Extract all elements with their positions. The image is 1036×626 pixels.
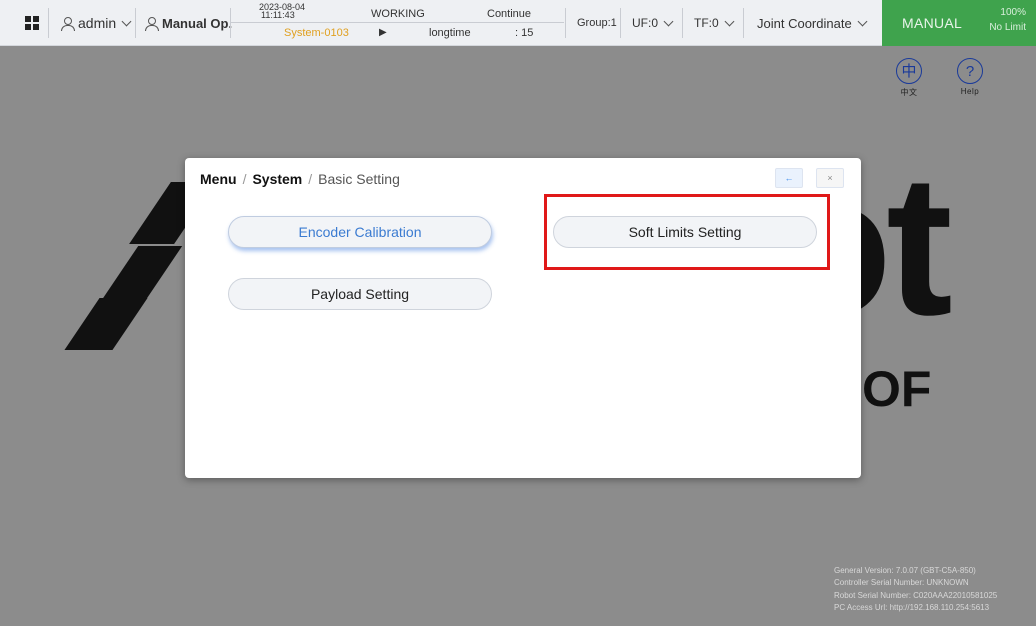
manual-mode-button[interactable]: MANUAL 100% No Limit — [882, 0, 1036, 46]
language-label: 中文 — [900, 88, 918, 97]
user-menu[interactable]: admin — [61, 0, 132, 46]
top-bar: admin Manual Op. 2023-08-04 11:11:43 WOR… — [0, 0, 1036, 46]
speed-limit: No Limit — [989, 22, 1026, 33]
chevron-down-icon — [121, 16, 132, 26]
status-run-value: : 15 — [515, 27, 534, 39]
breadcrumb-current: Basic Setting — [318, 171, 400, 187]
operation-mode-label: Manual Op. — [162, 15, 233, 31]
status-action: Continue — [487, 8, 532, 20]
coordinate-selector[interactable]: Joint Coordinate — [757, 0, 868, 46]
payload-setting-button[interactable]: Payload Setting — [228, 278, 492, 310]
uf-selector[interactable]: UF:0 — [632, 0, 674, 46]
status-time: 11:11:43 — [261, 10, 295, 20]
highlight-box — [544, 194, 830, 270]
encoder-calibration-button[interactable]: Encoder Calibration — [228, 216, 492, 248]
chevron-down-icon — [857, 16, 868, 26]
tf-label: TF:0 — [694, 16, 719, 30]
general-version: General Version: 7.0.07 (GBT-C5A-850) — [834, 566, 976, 575]
pc-access-url: PC Access Url: http://192.168.110.254:56… — [834, 602, 990, 612]
controller-serial: Controller Serial Number: UNKNOWN — [834, 578, 969, 588]
status-program: System-0103 — [284, 27, 349, 39]
play-icon: ▶ — [379, 27, 387, 38]
tf-selector[interactable]: TF:0 — [694, 0, 735, 46]
status-state: WORKING — [371, 8, 425, 20]
close-button[interactable]: × — [816, 168, 844, 188]
version-info: General Version: 7.0.07 (GBT-C5A-850) Co… — [834, 565, 997, 614]
chevron-down-icon — [724, 16, 735, 26]
breadcrumb: Menu / System / Basic Setting — [200, 171, 400, 187]
breadcrumb-menu[interactable]: Menu — [200, 171, 237, 187]
status-run-label: longtime — [429, 27, 471, 39]
back-button[interactable]: ← — [775, 168, 803, 188]
help-icon: ? — [957, 58, 983, 84]
chevron-down-icon — [663, 16, 674, 26]
help-label: Help — [960, 87, 980, 96]
operator-icon — [145, 16, 159, 31]
language-icon: 中 — [896, 58, 922, 84]
app-grid-icon[interactable] — [22, 0, 42, 46]
coordinate-label: Joint Coordinate — [757, 15, 852, 31]
group-selector[interactable]: Group:1 — [577, 0, 617, 46]
arrow-left-icon: ← — [784, 173, 794, 183]
uf-label: UF:0 — [632, 16, 659, 30]
manual-label: MANUAL — [902, 15, 963, 31]
robot-serial: Robot Serial Number: C020AAA22010581025 — [834, 590, 998, 600]
status-panel: 2023-08-04 11:11:43 WORKING Continue Sys… — [231, 0, 564, 46]
speed-percent: 100% — [1000, 7, 1026, 18]
user-icon — [61, 16, 75, 31]
breadcrumb-system[interactable]: System — [252, 171, 302, 187]
operation-mode[interactable]: Manual Op. — [145, 0, 232, 46]
group-label: Group:1 — [577, 17, 617, 29]
help-button[interactable]: ? Help — [950, 58, 990, 96]
user-name: admin — [78, 15, 117, 31]
language-button[interactable]: 中 中文 — [889, 58, 929, 98]
close-icon: × — [827, 173, 833, 183]
